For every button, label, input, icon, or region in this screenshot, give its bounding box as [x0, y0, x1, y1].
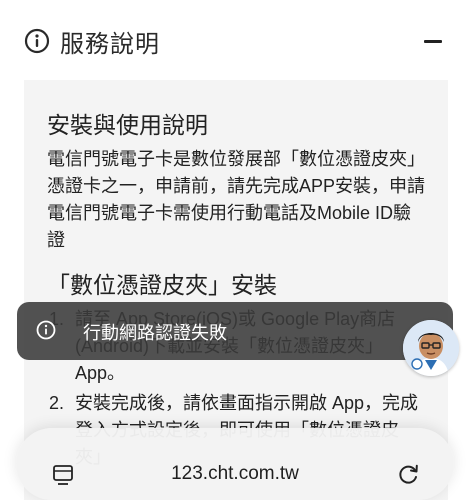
wallet-install-title: 「數位憑證皮夾」安裝	[47, 272, 277, 298]
section-title: 服務說明	[60, 31, 160, 58]
intro-paragraph: 電信門號電子卡是數位發展部「數位憑證皮夾」憑證卡之一，申請前，請先完成APP安裝…	[47, 149, 426, 250]
service-description-header[interactable]: 服務說明	[0, 0, 470, 80]
install-usage-title: 安裝與使用說明	[47, 112, 208, 138]
collapse-button[interactable]	[420, 28, 448, 54]
step-number: 2.	[49, 393, 65, 413]
error-toast: 行動網路認證失敗	[17, 302, 453, 360]
minus-icon	[424, 40, 442, 43]
reload-icon[interactable]	[398, 462, 420, 486]
assistant-avatar-icon	[403, 320, 459, 376]
info-icon	[36, 320, 56, 340]
info-icon	[24, 28, 50, 54]
assistant-avatar[interactable]	[403, 320, 459, 376]
toast-message: 行動網路認證失敗	[83, 323, 227, 343]
